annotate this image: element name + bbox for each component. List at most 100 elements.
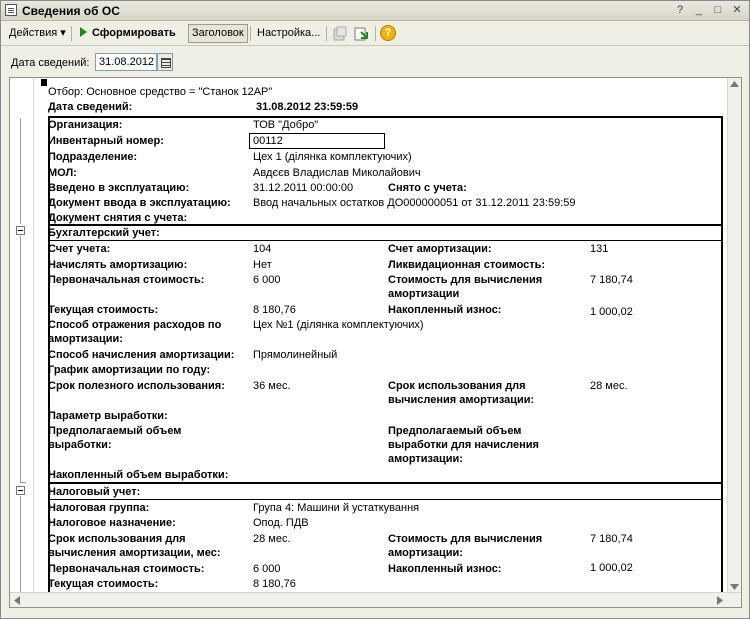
tax-accum-value: 1 000,02	[590, 562, 633, 574]
accounting-section-title: Бухгалтерский учет:	[48, 227, 160, 239]
group-gutter	[10, 78, 34, 593]
tax-base-value: 7 180,74	[590, 533, 633, 545]
expense-label: Способ отражения расходов по	[48, 319, 222, 331]
commission-label: Введено в эксплуатацию:	[48, 182, 190, 194]
charge-value: Нет	[253, 259, 272, 271]
window-icon	[5, 4, 17, 16]
calendar-icon[interactable]	[157, 53, 173, 71]
settings-button[interactable]: Настройка...	[253, 24, 324, 43]
life-calc-label: вычисления амортизации:	[388, 394, 535, 406]
title-bar: Сведения об ОС ? _ □ ✕	[1, 1, 749, 21]
scroll-left-icon[interactable]	[14, 596, 20, 605]
life-calc-value: 28 мес.	[590, 380, 628, 392]
account-value: 104	[253, 243, 272, 255]
tax-accum-label: Накопленный износ:	[388, 563, 502, 575]
tax-life-label: вычисления амортизации, мес:	[48, 547, 221, 559]
initial-label: Первоначальная стоимость:	[48, 274, 205, 286]
tax-base-label: Стоимость для вычисления	[388, 533, 543, 545]
current-label: Текущая стоимость:	[48, 304, 159, 316]
group-line	[20, 496, 21, 593]
amort-base-label: Стоимость для вычисления	[388, 274, 543, 286]
report-marker-icon	[41, 79, 47, 86]
inv-value: 00112	[253, 135, 283, 147]
date-input[interactable]: 31.08.2012	[95, 53, 157, 71]
charge-label: Начислять амортизацию:	[48, 259, 188, 271]
collapse-tax-icon[interactable]	[16, 486, 25, 495]
expected-output-amort-label: амортизации:	[388, 453, 463, 465]
open-report-icon[interactable]	[353, 26, 369, 42]
expected-output-amort-label: выработки для начисления	[388, 439, 539, 451]
schedule-label: График амортизации по году:	[48, 364, 211, 376]
amort-account-value: 131	[590, 243, 609, 255]
liquid-label: Ликвидационная стоимость:	[388, 259, 546, 271]
vertical-scrollbar[interactable]	[727, 78, 741, 593]
mol-label: МОЛ:	[48, 167, 77, 179]
tax-initial-label: Первоначальная стоимость:	[48, 563, 205, 575]
generate-label: Сформировать	[92, 27, 176, 39]
close-button[interactable]: ✕	[730, 4, 744, 17]
window-title: Сведения об ОС	[22, 4, 120, 18]
report-filter: Отбор: Основное средство = "Станок 12АР"	[48, 86, 273, 98]
actions-label: Действия	[9, 27, 58, 39]
section-divider	[48, 482, 723, 484]
accum-value: 1 000,02	[590, 306, 633, 318]
amort-base-label: амортизации	[388, 288, 460, 300]
expected-output-label: Предполагаемый объем	[48, 425, 182, 437]
play-icon	[80, 27, 87, 37]
life-label: Срок полезного использования:	[48, 380, 225, 392]
removed-label: Снято с учета:	[388, 182, 467, 194]
group-line	[20, 118, 21, 224]
report-date-value: 31.08.2012 23:59:59	[256, 101, 359, 113]
maximize-button[interactable]: □	[711, 4, 725, 17]
tax-purpose-value: Опод. ПДВ	[253, 517, 309, 529]
method-value: Прямолинейный	[253, 349, 338, 361]
tax-purpose-label: Налоговое назначение:	[48, 517, 176, 529]
toolbar-separator	[250, 26, 251, 41]
toolbar: Действия ▾ Сформировать Заголовок Настро…	[1, 22, 749, 46]
method-label: Способ начисления амортизации:	[48, 349, 235, 361]
scroll-right-icon[interactable]	[717, 596, 723, 605]
mol-value: Авдєєв Владислав Миколайович	[253, 167, 421, 179]
collapse-accounting-icon[interactable]	[16, 226, 25, 235]
report-date-label: Дата сведений:	[48, 101, 133, 113]
group-line-end	[20, 482, 26, 483]
minimize-button[interactable]: _	[692, 4, 706, 17]
help-icon[interactable]: ?	[380, 25, 396, 41]
inv-label: Инвентарный номер:	[48, 135, 164, 147]
scroll-up-icon[interactable]	[730, 81, 739, 87]
scroll-down-icon[interactable]	[730, 584, 739, 590]
tax-group-label: Налоговая группа:	[48, 502, 150, 514]
tax-section-title: Налоговый учет:	[48, 486, 141, 498]
actions-menu-button[interactable]: Действия ▾	[5, 24, 70, 43]
generate-button[interactable]: Сформировать	[76, 24, 180, 43]
header-toggle-button[interactable]: Заголовок	[188, 24, 248, 43]
disabled-report-icon[interactable]	[332, 26, 348, 42]
life-value: 36 мес.	[253, 380, 291, 392]
tax-life-value: 28 мес.	[253, 533, 291, 545]
section-divider	[48, 224, 723, 226]
commission-value: 31.12.2011 00:00:00	[253, 182, 354, 194]
dropdown-arrow-icon: ▾	[60, 27, 66, 39]
toolbar-separator	[375, 26, 376, 41]
tax-current-value: 8 180,76	[253, 578, 296, 590]
expected-output-amort-label: Предполагаемый объем	[388, 425, 522, 437]
org-value: ТОВ "Добро"	[253, 119, 319, 131]
accum-output-label: Накопленный объем выработки:	[48, 469, 229, 481]
report-area[interactable]: Отбор: Основное средство = "Станок 12АР"…	[9, 77, 742, 608]
date-label: Дата сведений:	[11, 57, 90, 69]
expense-value: Цех №1 (ділянка комплектуючих)	[253, 319, 424, 331]
toolbar-separator	[71, 26, 72, 41]
current-value: 8 180,76	[253, 304, 296, 316]
tax-life-label: Срок использования для	[48, 533, 186, 545]
horizontal-scrollbar[interactable]	[10, 592, 741, 607]
accum-label: Накопленный износ:	[388, 304, 502, 316]
org-label: Организация:	[48, 119, 123, 131]
life-calc-label: Срок использования для	[388, 380, 526, 392]
dept-value: Цех 1 (ділянка комплектуючих)	[253, 151, 412, 163]
amort-base-value: 7 180,74	[590, 274, 633, 286]
tax-base-label: амортизации:	[388, 547, 463, 559]
help-window-button[interactable]: ?	[673, 4, 687, 17]
window: Сведения об ОС ? _ □ ✕ Действия ▾ Сформи…	[0, 0, 750, 619]
section-divider	[48, 499, 723, 500]
output-param-label: Параметр выработки:	[48, 410, 168, 422]
